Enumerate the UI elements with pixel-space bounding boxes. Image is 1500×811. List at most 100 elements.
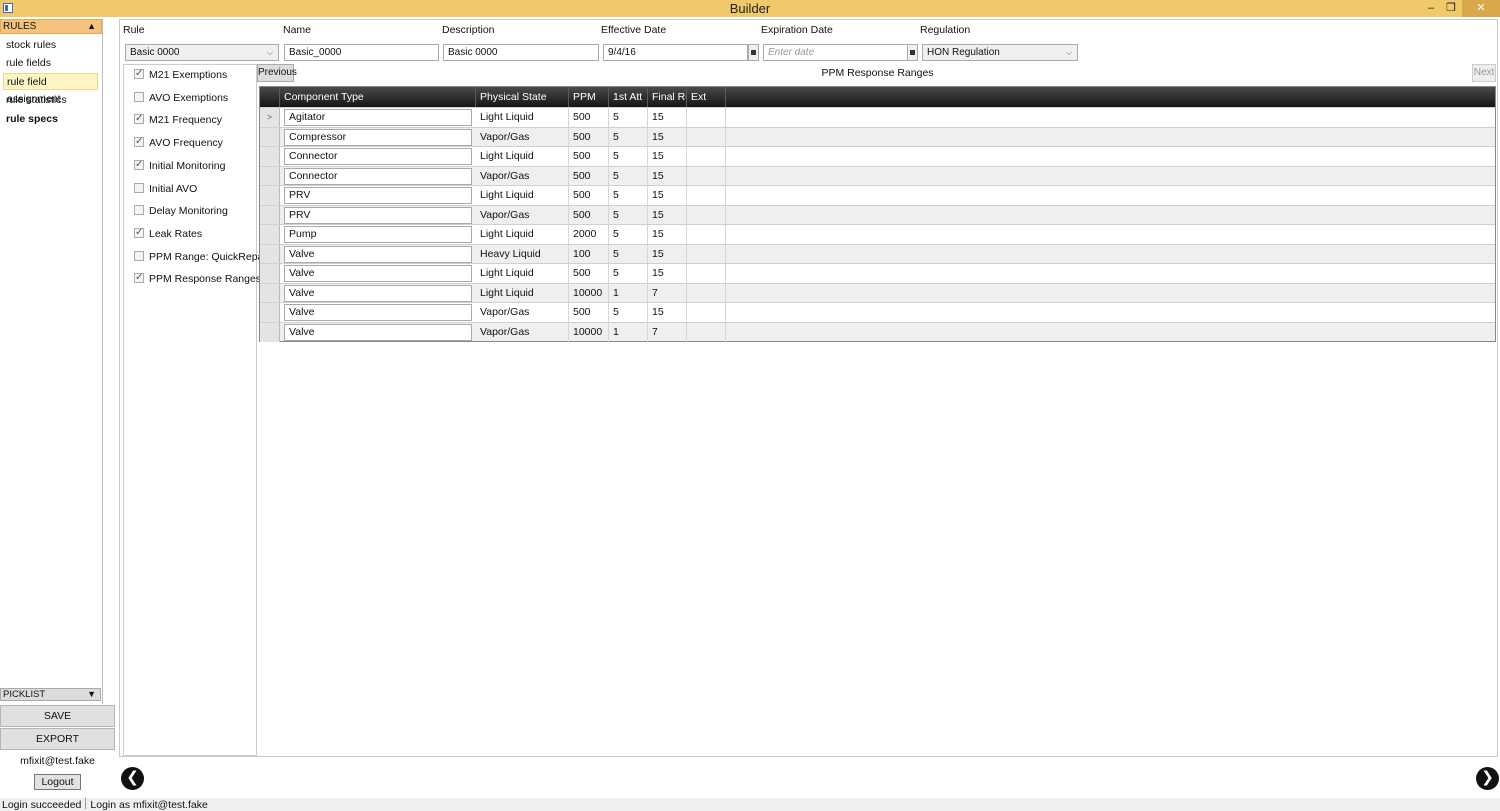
table-row[interactable]: > Agitator Light Liquid 500 5 15 <box>260 107 1495 127</box>
row-selector[interactable] <box>260 166 280 186</box>
table-row[interactable]: Valve Heavy Liquid 100 5 15 <box>260 243 1495 264</box>
component-type-cell[interactable]: PRV <box>284 187 472 204</box>
table-row[interactable]: Connector Light Liquid 500 5 15 <box>260 146 1495 166</box>
ext-cell[interactable] <box>687 108 726 127</box>
component-type-cell[interactable]: Valve <box>284 245 472 263</box>
table-row[interactable]: Valve Light Liquid 10000 1 7 <box>260 282 1495 303</box>
table-row[interactable]: PRV Vapor/Gas 500 5 15 <box>260 204 1495 225</box>
checkbox-m21-exemptions[interactable]: M21 Exemptions <box>134 67 227 82</box>
checkbox-ppm-response-ranges[interactable]: PPM Response Ranges <box>134 271 261 286</box>
checkbox-box[interactable] <box>134 271 144 285</box>
ppm-cell[interactable]: 500 <box>569 205 609 225</box>
regulation-select[interactable]: HON Regulation ⌵ <box>922 44 1078 61</box>
minimize-button[interactable]: ‒ <box>1420 0 1442 17</box>
final-repair-cell[interactable]: 15 <box>648 166 687 186</box>
physical-state-cell[interactable]: Light Liquid <box>476 283 569 303</box>
final-repair-cell[interactable]: 15 <box>648 186 687 205</box>
checkbox-initial-avo[interactable]: Initial AVO <box>134 182 197 196</box>
table-row[interactable]: Valve Vapor/Gas 500 5 15 <box>260 302 1495 322</box>
final-repair-cell[interactable]: 15 <box>648 127 687 147</box>
nav-item-rule-field-assignment[interactable]: rule field assignment <box>3 73 98 105</box>
final-repair-cell[interactable]: 15 <box>648 147 687 166</box>
row-selector[interactable] <box>260 322 280 342</box>
component-type-cell[interactable]: Compressor <box>284 128 472 146</box>
column-header[interactable]: Component Type <box>280 87 476 107</box>
ext-cell[interactable] <box>687 186 726 205</box>
ext-cell[interactable] <box>687 303 726 322</box>
ext-cell[interactable] <box>687 322 726 342</box>
final-repair-cell[interactable]: 15 <box>648 303 687 322</box>
first-attempt-cell[interactable]: 5 <box>609 127 648 147</box>
component-type-cell[interactable]: Agitator <box>284 109 472 126</box>
first-attempt-cell[interactable]: 1 <box>609 283 648 303</box>
final-repair-cell[interactable]: 7 <box>648 322 687 342</box>
checkbox-box[interactable] <box>134 92 144 102</box>
name-input[interactable]: Basic_0000 <box>284 44 439 61</box>
table-row[interactable]: PRV Light Liquid 500 5 15 <box>260 185 1495 205</box>
component-type-cell[interactable]: Connector <box>284 167 472 185</box>
ext-cell[interactable] <box>687 147 726 166</box>
checkbox-box[interactable] <box>134 67 144 81</box>
ppm-cell[interactable]: 500 <box>569 303 609 322</box>
checkbox-box[interactable] <box>134 183 144 193</box>
checkbox-delay-monitoring[interactable]: Delay Monitoring <box>134 204 228 218</box>
physical-state-cell[interactable]: Vapor/Gas <box>476 205 569 225</box>
next-button[interactable]: Next <box>1472 64 1496 82</box>
final-repair-cell[interactable]: 15 <box>648 205 687 225</box>
physical-state-cell[interactable]: Light Liquid <box>476 147 569 166</box>
physical-state-cell[interactable]: Vapor/Gas <box>476 166 569 186</box>
checkbox-box[interactable] <box>134 135 144 149</box>
export-button[interactable]: EXPORT <box>0 728 115 750</box>
component-type-cell[interactable]: Valve <box>284 323 472 341</box>
component-type-cell[interactable]: Valve <box>284 265 472 282</box>
component-type-cell[interactable]: Valve <box>284 304 472 321</box>
checkbox-avo-frequency[interactable]: AVO Frequency <box>134 135 223 150</box>
component-type-cell[interactable]: Valve <box>284 284 472 302</box>
calendar-icon[interactable] <box>748 44 759 61</box>
column-header[interactable]: 1st Att <box>609 87 648 107</box>
physical-state-cell[interactable]: Light Liquid <box>476 186 569 205</box>
checkbox-box[interactable] <box>134 226 144 240</box>
row-selector[interactable] <box>260 147 280 166</box>
row-selector[interactable] <box>260 127 280 147</box>
ext-cell[interactable] <box>687 127 726 147</box>
column-header[interactable]: Ext <box>687 87 726 107</box>
checkbox-leak-rates[interactable]: Leak Rates <box>134 226 202 241</box>
final-repair-cell[interactable]: 15 <box>648 225 687 244</box>
row-selector[interactable] <box>260 205 280 225</box>
logout-button[interactable]: Logout <box>34 774 81 790</box>
first-attempt-cell[interactable]: 5 <box>609 205 648 225</box>
physical-state-cell[interactable]: Light Liquid <box>476 108 569 127</box>
final-repair-cell[interactable]: 15 <box>648 108 687 127</box>
checkbox-avo-exemptions[interactable]: AVO Exemptions <box>134 91 228 105</box>
component-type-cell[interactable]: PRV <box>284 206 472 224</box>
final-repair-cell[interactable]: 15 <box>648 264 687 283</box>
table-row[interactable]: Valve Vapor/Gas 10000 1 7 <box>260 321 1495 342</box>
table-row[interactable]: Compressor Vapor/Gas 500 5 15 <box>260 126 1495 147</box>
final-repair-cell[interactable]: 15 <box>648 244 687 264</box>
first-attempt-cell[interactable]: 5 <box>609 225 648 244</box>
table-row[interactable]: Pump Light Liquid 2000 5 15 <box>260 224 1495 244</box>
ext-cell[interactable] <box>687 225 726 244</box>
first-attempt-cell[interactable]: 5 <box>609 166 648 186</box>
physical-state-cell[interactable]: Vapor/Gas <box>476 127 569 147</box>
checkbox-m21-frequency[interactable]: M21 Frequency <box>134 112 222 127</box>
save-button[interactable]: SAVE <box>0 705 115 727</box>
nav-item-rule-fields[interactable]: rule fields <box>3 55 98 72</box>
component-type-cell[interactable]: Pump <box>284 226 472 243</box>
close-button[interactable]: ✕ <box>1462 0 1500 17</box>
description-input[interactable]: Basic 0000 <box>443 44 599 61</box>
checkbox-box[interactable] <box>134 251 144 261</box>
expiration-date-input[interactable]: Enter date <box>763 44 908 61</box>
ppm-cell[interactable]: 100 <box>569 244 609 264</box>
ppm-cell[interactable]: 500 <box>569 147 609 166</box>
ppm-cell[interactable]: 2000 <box>569 225 609 244</box>
physical-state-cell[interactable]: Light Liquid <box>476 264 569 283</box>
ext-cell[interactable] <box>687 264 726 283</box>
maximize-button[interactable]: ❐ <box>1440 0 1462 17</box>
picklist-dropdown[interactable]: PICKLIST ▼ <box>0 688 101 701</box>
first-attempt-cell[interactable]: 5 <box>609 303 648 322</box>
nav-item-rule-specs[interactable]: rule specs <box>3 111 98 128</box>
column-header[interactable]: PPM <box>569 87 609 107</box>
row-selector[interactable] <box>260 244 280 264</box>
